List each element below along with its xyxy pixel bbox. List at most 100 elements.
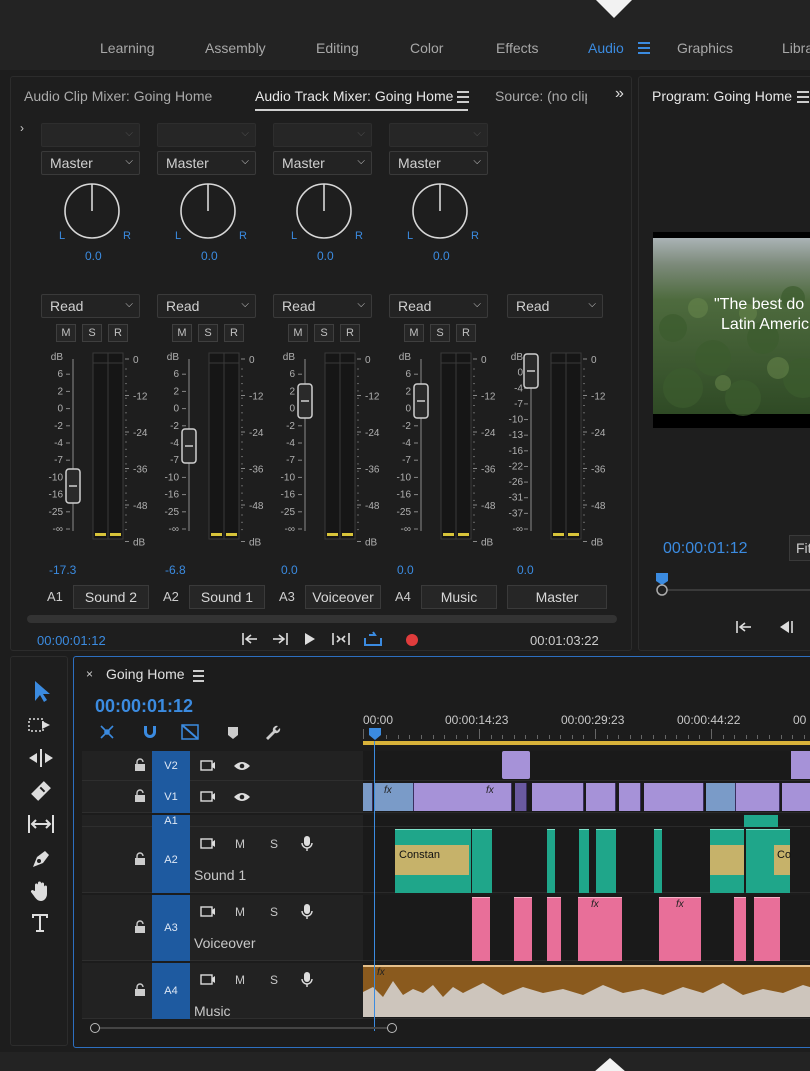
audio-workspace-menu-icon[interactable] (638, 42, 650, 54)
ripple-edit-tool-icon[interactable] (27, 747, 55, 769)
selection-tool-icon[interactable] (31, 679, 53, 703)
slip-tool-icon[interactable] (26, 813, 56, 835)
film-icon[interactable] (200, 837, 216, 851)
audio-clip[interactable] (654, 829, 662, 893)
video-clip[interactable] (782, 783, 810, 811)
audio-clip[interactable] (547, 829, 555, 893)
master-volume-value[interactable]: 0.0 (517, 563, 534, 577)
track-target-v1[interactable]: V1 (152, 781, 190, 813)
hand-tool-icon[interactable] (29, 879, 53, 903)
lock-icon[interactable] (134, 758, 146, 772)
eye-icon[interactable] (233, 760, 251, 772)
volume-fader[interactable]: dB 6 2 0 -2 -4 -7 -10 -16 -25 -∞ 0 -12 -24 -36 -48 dB (279, 349, 389, 559)
audio-clip[interactable] (547, 897, 561, 961)
workspace-tab-assembly[interactable]: Assembly (205, 40, 266, 56)
loop-icon[interactable] (364, 631, 382, 646)
lock-icon[interactable] (134, 789, 146, 803)
pan-value[interactable]: 0.0 (201, 249, 218, 263)
program-monitor-title[interactable]: Program: Going Home (652, 88, 792, 104)
music-audio-clip[interactable] (363, 965, 810, 1017)
pan-knob[interactable] (179, 183, 239, 243)
solo-button[interactable]: S (82, 324, 102, 342)
panel-menu-icon[interactable] (457, 91, 469, 103)
timeline-timecode[interactable]: 00:00:01:12 (95, 696, 193, 717)
track-target-a4[interactable]: A4 (152, 963, 190, 1019)
record-enable-button[interactable]: R (340, 324, 360, 342)
snap-icon[interactable] (144, 726, 156, 738)
volume-value[interactable]: 0.0 (281, 563, 298, 577)
track-lane[interactable] (363, 751, 810, 781)
solo-button[interactable]: S (430, 324, 450, 342)
double-chevron-right-icon[interactable]: » (615, 85, 624, 103)
linked-selection-icon[interactable] (181, 724, 199, 740)
go-to-out-icon[interactable] (273, 633, 288, 645)
effect-slot-dropdown[interactable]: ⌵ (157, 123, 256, 147)
eye-icon[interactable] (233, 791, 251, 803)
add-marker-icon[interactable] (228, 727, 238, 739)
lock-icon[interactable] (134, 852, 146, 866)
lock-icon[interactable] (134, 983, 146, 997)
wrench-icon[interactable] (266, 725, 281, 740)
workspace-tab-learning[interactable]: Learning (100, 40, 155, 56)
audio-clip[interactable] (578, 897, 622, 961)
mute-button[interactable]: M (56, 324, 76, 342)
pan-value[interactable]: 0.0 (433, 249, 450, 263)
loop-playback-icon[interactable] (332, 633, 350, 645)
output-dropdown[interactable]: Master ⌵ (157, 151, 256, 175)
go-to-in-icon[interactable] (736, 621, 751, 633)
volume-value[interactable]: -17.3 (49, 563, 76, 577)
type-tool-icon[interactable] (29, 911, 53, 935)
program-scrubber[interactable] (653, 571, 810, 597)
audio-clip[interactable] (472, 829, 492, 893)
pan-value[interactable]: 0.0 (85, 249, 102, 263)
workspace-tab-libra[interactable]: Libra (782, 40, 810, 56)
solo-track-button[interactable]: S (270, 837, 278, 851)
master-fader[interactable]: dB 0 -4 -7 -10 -13 -16 -22 -26 -31 -37 -∞ 0 -12 -24 -36… (505, 349, 615, 559)
audio-clip[interactable] (514, 897, 532, 961)
mute-track-button[interactable]: M (235, 837, 245, 851)
sequence-tab[interactable]: Going Home (106, 666, 185, 682)
solo-track-button[interactable]: S (270, 905, 278, 919)
video-clip[interactable] (791, 751, 810, 779)
program-timecode[interactable]: 00:00:01:12 (663, 540, 748, 558)
output-dropdown[interactable]: Master ⌵ (41, 151, 140, 175)
panel-menu-icon[interactable] (797, 91, 809, 103)
track-target-v2[interactable]: V2 (152, 751, 190, 781)
video-clip[interactable] (706, 783, 736, 811)
volume-value[interactable]: -6.8 (165, 563, 186, 577)
tab-source[interactable]: Source: (no clip (495, 88, 587, 104)
master-automation-mode-dropdown[interactable]: Read ⌵ (507, 294, 603, 318)
pen-tool-icon[interactable] (29, 847, 53, 871)
automation-mode-dropdown[interactable]: Read ⌵ (41, 294, 140, 318)
film-icon[interactable] (200, 790, 216, 804)
record-enable-button[interactable]: R (108, 324, 128, 342)
pan-value[interactable]: 0.0 (317, 249, 334, 263)
microphone-icon[interactable] (300, 835, 314, 853)
audio-clip[interactable] (579, 829, 589, 893)
video-clip[interactable] (502, 751, 530, 779)
volume-fader[interactable]: dB 6 2 0 -2 -4 -7 -10 -16 -25 -∞ 0 -12 -24 -36 -48 dB (395, 349, 505, 559)
automation-mode-dropdown[interactable]: Read ⌵ (157, 294, 256, 318)
microphone-icon[interactable] (300, 903, 314, 921)
audio-clip[interactable] (596, 829, 616, 893)
lock-icon[interactable] (134, 920, 146, 934)
audio-clip[interactable] (744, 815, 778, 827)
workspace-tab-editing[interactable]: Editing (316, 40, 359, 56)
volume-fader[interactable]: dB 6 2 0 -2 -4 -7 -10 -16 -25 -∞ 0 -12 -24 -36 -48 dB (47, 349, 157, 559)
volume-fader[interactable]: dB 6 2 0 -2 -4 -7 -10 -16 -25 -∞ 0 -12 -24 -36 -48 dB (163, 349, 273, 559)
mixer-current-time[interactable]: 00:00:01:12 (37, 633, 106, 648)
mute-track-button[interactable]: M (235, 973, 245, 987)
track-target-a3[interactable]: A3 (152, 895, 190, 961)
solo-track-button[interactable]: S (270, 973, 278, 987)
record-icon[interactable] (406, 634, 418, 646)
automation-mode-dropdown[interactable]: Read ⌵ (389, 294, 488, 318)
playhead-handle[interactable] (368, 727, 382, 741)
output-dropdown[interactable]: Master ⌵ (273, 151, 372, 175)
video-clip[interactable] (374, 783, 414, 811)
panel-menu-icon[interactable] (193, 670, 204, 682)
audio-clip[interactable] (734, 897, 746, 961)
mixer-horizontal-scrollbar[interactable] (27, 615, 617, 623)
film-icon[interactable] (200, 759, 216, 773)
fit-zoom-dropdown[interactable]: Fit (789, 535, 810, 561)
effect-slot-dropdown[interactable]: ⌵ (41, 123, 140, 147)
